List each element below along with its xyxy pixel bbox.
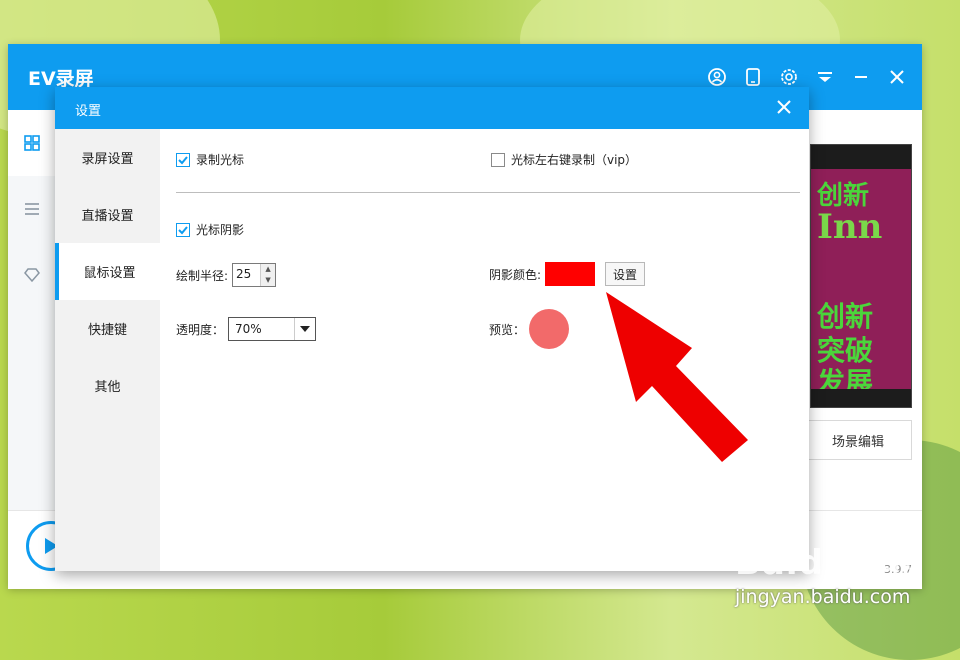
red-arrow-annotation	[606, 292, 748, 462]
radius-spinbox[interactable]: 25 ▲ ▼	[232, 263, 277, 287]
record-lr-click-option[interactable]: 光标左右键录制（vip）	[491, 151, 637, 168]
watermark-logo: Baidu经验	[735, 543, 920, 583]
radius-value[interactable]: 25	[233, 264, 262, 286]
cursor-shadow-checkbox[interactable]	[176, 222, 190, 237]
opacity-value: 70%	[235, 322, 262, 336]
recording-preview-thumbnail: 创新 Inn 创新 突破 发展	[810, 144, 912, 408]
dialog-close-icon[interactable]	[773, 96, 795, 118]
shadow-preview-circle	[529, 309, 570, 349]
main-sidebar	[8, 110, 56, 510]
shadow-color-set-button[interactable]: 设置	[605, 262, 646, 286]
diamond-icon[interactable]	[8, 242, 56, 308]
gear-icon[interactable]	[778, 66, 800, 88]
spin-down-icon[interactable]: ▼	[261, 275, 276, 286]
check-icon	[178, 155, 188, 164]
user-circle-icon[interactable]	[706, 66, 728, 88]
sidebar-item-screen-record[interactable]: 录屏设置	[55, 129, 160, 186]
menu-icon[interactable]	[814, 66, 836, 88]
spin-up-icon[interactable]: ▲	[261, 264, 276, 275]
check-icon	[178, 225, 188, 234]
opacity-row: 透明度： 70%	[176, 317, 317, 341]
record-cursor-label: 录制光标	[196, 153, 245, 167]
preview-row: 预览：	[489, 309, 570, 349]
shadow-color-label: 阴影颜色:	[489, 267, 542, 282]
shadow-color-swatch[interactable]	[545, 262, 596, 286]
grid-icon[interactable]	[8, 110, 56, 176]
record-cursor-option[interactable]: 录制光标	[176, 151, 244, 168]
scene-edit-button[interactable]: 场景编辑	[804, 420, 912, 460]
sidebar-item-live-stream[interactable]: 直播设置	[55, 186, 160, 243]
shadow-color-row: 阴影颜色: 设置	[489, 262, 646, 286]
settings-sidebar: 录屏设置 直播设置 鼠标设置 快捷键 其他	[55, 129, 160, 571]
cursor-shadow-option[interactable]: 光标阴影	[176, 221, 244, 238]
chevron-down-icon[interactable]	[294, 318, 315, 340]
sidebar-item-other[interactable]: 其他	[55, 357, 160, 414]
opacity-select[interactable]: 70%	[228, 317, 317, 341]
record-cursor-checkbox[interactable]	[176, 152, 190, 167]
radius-row: 绘制半径: 25 ▲ ▼	[176, 263, 277, 287]
close-icon[interactable]	[886, 66, 908, 88]
dialog-title-bar: 设置	[55, 87, 809, 129]
sidebar-item-hotkeys[interactable]: 快捷键	[55, 300, 160, 357]
dialog-title: 设置	[75, 104, 102, 119]
title-bar-icons	[706, 66, 908, 88]
section-divider	[176, 192, 800, 193]
watermark-url: jingyan.baidu.com	[735, 586, 911, 608]
record-lr-click-checkbox[interactable]	[491, 152, 505, 167]
phone-icon[interactable]	[742, 66, 764, 88]
record-lr-click-label: 光标左右键录制（vip）	[511, 153, 638, 167]
minimize-icon[interactable]	[850, 66, 872, 88]
opacity-label: 透明度：	[176, 322, 225, 337]
sidebar-item-mouse[interactable]: 鼠标设置	[55, 243, 160, 300]
baidu-watermark: Baidu经验 jingyan.baidu.com	[735, 535, 919, 608]
cursor-shadow-label: 光标阴影	[196, 223, 245, 237]
preview-label: 预览：	[489, 322, 526, 337]
list-icon[interactable]	[8, 176, 56, 242]
radius-label: 绘制半径:	[176, 268, 229, 283]
